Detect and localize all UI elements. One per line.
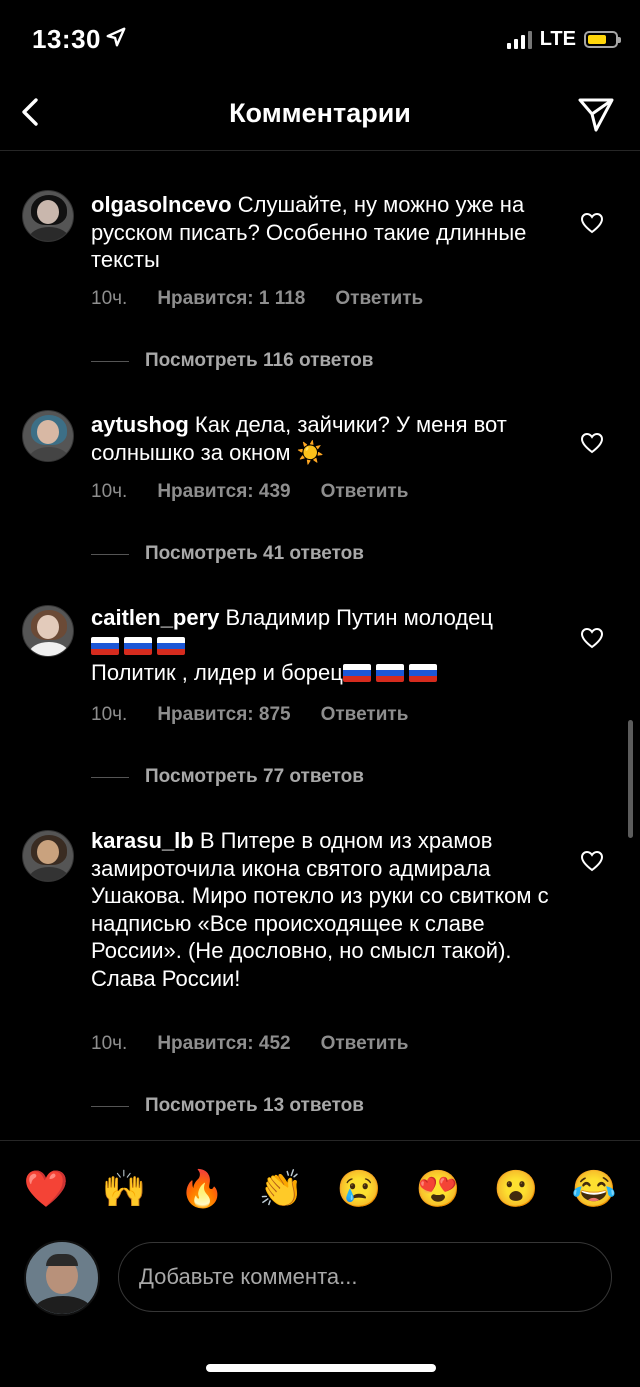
comment-input[interactable] [118, 1242, 612, 1312]
reply-button[interactable]: Ответить [321, 1033, 409, 1055]
comments-list[interactable]: olgasolncevo Слушайте, ну можно уже на р… [0, 150, 640, 1140]
battery-icon [584, 31, 621, 48]
comment-meta: 10ч. Нравится: 1 118 Ответить [91, 288, 423, 310]
comment-likes[interactable]: Нравится: 452 [157, 1033, 290, 1055]
comment-likes[interactable]: Нравится: 1 118 [157, 288, 305, 310]
heart-eyes-emoji-reaction[interactable]: 😍 [414, 1165, 462, 1213]
reply-button[interactable]: Ответить [335, 288, 423, 310]
russian-flags [342, 660, 442, 685]
comment-body: caitlen_pery Владимир Путин молодец Поли… [91, 604, 561, 687]
like-heart-icon[interactable] [580, 212, 604, 234]
header: Комментарии [0, 80, 640, 151]
view-replies-label[interactable]: Посмотреть 41 ответов [145, 543, 364, 565]
comment-meta: 10ч. Нравится: 452 Ответить [91, 1033, 408, 1055]
battery-level [588, 35, 607, 44]
reply-button[interactable]: Ответить [321, 481, 409, 503]
avatar[interactable] [22, 410, 74, 462]
scrollbar[interactable] [628, 720, 633, 838]
comment-username[interactable]: aytushog [91, 412, 189, 437]
location-arrow-icon [106, 27, 126, 47]
clapping-emoji-reaction[interactable]: 👏 [257, 1165, 305, 1213]
divider [91, 776, 129, 778]
view-replies-label[interactable]: Посмотреть 77 ответов [145, 766, 364, 788]
russia-flag-icon [91, 636, 119, 655]
like-heart-icon[interactable] [580, 627, 604, 649]
comment-composer [0, 1238, 640, 1328]
laughing-emoji-reaction[interactable]: 😂 [570, 1165, 618, 1213]
russia-flag-icon [375, 664, 404, 682]
comment-likes[interactable]: Нравится: 439 [157, 481, 290, 503]
network-label: LTE [539, 28, 576, 50]
fire-emoji-reaction[interactable]: 🔥 [178, 1165, 226, 1213]
divider [91, 360, 129, 362]
surprised-emoji-reaction[interactable]: 😮 [492, 1165, 540, 1213]
quick-reactions-bar: ❤️ 🙌 🔥 👏 😢 😍 😮 😂 [0, 1140, 640, 1237]
russia-flag-icon [342, 664, 371, 682]
crying-emoji-reaction[interactable]: 😢 [335, 1165, 383, 1213]
russia-flag-icon [157, 636, 185, 655]
like-heart-icon[interactable] [580, 850, 604, 872]
view-replies[interactable]: Посмотреть 41 ответов [91, 543, 364, 565]
comment-time: 10ч. [91, 704, 128, 725]
comment-username[interactable]: karasu_lb [91, 828, 194, 853]
comment-text: Владимир Путин молодец [225, 605, 493, 630]
russian-flags [91, 633, 190, 658]
comment-body: olgasolncevo Слушайте, ну можно уже на р… [91, 191, 561, 274]
view-replies-label[interactable]: Посмотреть 116 ответов [145, 350, 373, 372]
like-heart-icon[interactable] [580, 432, 604, 454]
comment-likes[interactable]: Нравится: 875 [157, 704, 290, 726]
comment-time: 10ч. [91, 288, 128, 309]
comment-body: aytushog Как дела, зайчики? У меня вот с… [91, 411, 561, 466]
heart-emoji-reaction[interactable]: ❤️ [22, 1165, 70, 1213]
comment-time: 10ч. [91, 1033, 128, 1054]
avatar[interactable] [22, 605, 74, 657]
comment-username[interactable]: caitlen_pery [91, 605, 219, 630]
comment-text-2: Политик , лидер и борец [91, 660, 343, 685]
view-replies-label[interactable]: Посмотреть 13 ответов [145, 1095, 364, 1117]
comment-meta: 10ч. Нравится: 439 Ответить [91, 481, 408, 503]
sun-emoji: ☀️ [296, 439, 325, 465]
my-avatar [24, 1240, 100, 1316]
status-bar: 13:30 LTE [0, 0, 640, 80]
comment-time: 10ч. [91, 481, 128, 502]
comment-body: karasu_lb В Питере в одном из храмов зам… [91, 827, 561, 992]
send-direct-icon[interactable] [576, 94, 616, 134]
status-time: 13:30 [32, 24, 101, 54]
home-indicator[interactable] [206, 1364, 436, 1372]
divider [91, 1105, 129, 1107]
russia-flag-icon [408, 664, 437, 682]
comment-username[interactable]: olgasolncevo [91, 192, 232, 217]
russia-flag-icon [124, 636, 152, 655]
divider [91, 553, 129, 555]
avatar[interactable] [22, 830, 74, 882]
reply-button[interactable]: Ответить [321, 704, 409, 726]
view-replies[interactable]: Посмотреть 77 ответов [91, 766, 364, 788]
comment-meta: 10ч. Нравится: 875 Ответить [91, 704, 408, 726]
avatar[interactable] [22, 190, 74, 242]
view-replies[interactable]: Посмотреть 116 ответов [91, 350, 373, 372]
page-title: Комментарии [229, 98, 411, 128]
signal-icon [506, 30, 532, 49]
raising-hands-emoji-reaction[interactable]: 🙌 [100, 1165, 148, 1213]
status-indicators: LTE [506, 28, 621, 51]
view-replies[interactable]: Посмотреть 13 ответов [91, 1095, 364, 1117]
